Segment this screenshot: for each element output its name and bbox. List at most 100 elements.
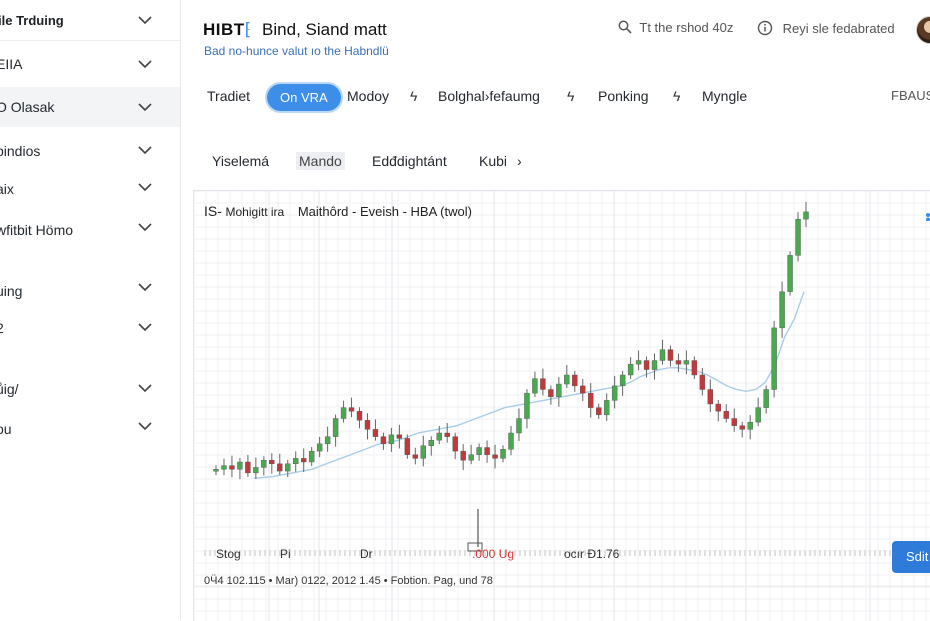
candle (540, 378, 546, 390)
candle (221, 465, 227, 470)
subtab-kubi[interactable]: Kubi (479, 153, 507, 169)
sidebar-item[interactable]: uing (0, 268, 180, 308)
sidebar: ile Trduing EIIA O Olasak pindios aix wf… (0, 0, 181, 620)
chart-title: IS- Mohigitt ira Maithôrd - Eveish - HBA… (204, 203, 472, 219)
review-button[interactable]: Reyi sle fedabrated (757, 20, 895, 36)
candle (564, 374, 570, 385)
chevron-down-icon[interactable] (138, 145, 152, 155)
candle (771, 327, 777, 390)
sidebar-item-label: uing (0, 283, 23, 299)
subtab-eddightant[interactable]: Edđdightánt (372, 153, 447, 169)
tab-tradiet[interactable]: Tradiet (207, 88, 250, 104)
chevron-down-icon[interactable] (138, 15, 152, 25)
candle (691, 360, 698, 376)
candle (675, 360, 682, 365)
candle (803, 211, 809, 220)
candle (380, 436, 387, 445)
tab-ponking[interactable]: Ponking (598, 88, 649, 104)
candle (277, 463, 283, 472)
sidebar-item-label: pindios (0, 143, 41, 159)
candle (508, 432, 514, 450)
candle (332, 418, 339, 437)
sidebar-item-label: O Olasak (0, 99, 55, 115)
tab-on-vra[interactable]: On VRA (265, 82, 343, 113)
candle (516, 418, 522, 434)
tab-bolghal[interactable]: Bolghal›fefaumg (438, 88, 540, 104)
subtab-mando[interactable]: Mando (296, 152, 345, 170)
candle (795, 218, 801, 256)
app-logo[interactable]: HIBT⁅ Bind, Siand matt (203, 20, 387, 40)
candle (603, 400, 610, 416)
main-tabs: Tradiet On VRA Modoy ϟ Bolghal›fefaumg ϟ… (181, 80, 930, 113)
chevron-down-icon[interactable] (138, 182, 152, 192)
sidebar-item-label: aix (0, 181, 14, 197)
stat-c: Dr (360, 547, 373, 561)
candle (787, 255, 793, 292)
legend-marker-icon (926, 213, 930, 221)
chevron-down-icon[interactable] (138, 59, 152, 69)
candle (532, 378, 538, 394)
sidebar-item-label: EIIA (0, 56, 23, 72)
candle (659, 349, 666, 361)
candle (492, 454, 498, 459)
candle (229, 465, 235, 470)
chevron-down-icon[interactable] (138, 322, 152, 332)
candle (755, 407, 761, 423)
chart-title-b: Maithôrd - Eveish - HBA (twol) (297, 204, 472, 219)
tab-right-label[interactable]: FBAUS (891, 88, 930, 103)
candle (420, 445, 426, 459)
sub-tabs: Yiselemá Mando Edđdightánt Kubi › (181, 146, 930, 176)
avatar[interactable] (916, 16, 930, 44)
chevron-down-icon[interactable] (138, 421, 152, 431)
chart-title-prefix: IS- (204, 203, 222, 219)
candle (779, 291, 785, 329)
sidebar-item[interactable]: wfitbit Hömo (0, 210, 180, 250)
candle (452, 436, 458, 452)
search-box[interactable]: Tt the rshod 40z (618, 20, 733, 35)
sidebar-item-active[interactable]: O Olasak (0, 87, 180, 127)
sidebar-title: ile Trduing (0, 13, 64, 28)
candle (468, 454, 474, 461)
chevron-down-icon[interactable] (138, 282, 152, 292)
sidebar-item[interactable]: 2 (0, 308, 180, 348)
chart-panel: IS- Mohigitt ira Maithôrd - Eveish - HBA… (193, 190, 930, 621)
tab-myngle[interactable]: Myngle (702, 88, 747, 104)
candle (572, 374, 578, 387)
candle (707, 389, 714, 405)
candle (324, 436, 331, 445)
sidebar-header: ile Trduing (0, 0, 180, 41)
edit-button[interactable]: Sdit (892, 541, 930, 573)
candle (548, 389, 554, 397)
search-label: Tt the rshod 40z (639, 20, 734, 35)
candle (261, 459, 267, 468)
candle (580, 385, 586, 394)
chevron-down-icon[interactable] (138, 383, 152, 393)
chevron-down-icon[interactable] (138, 102, 152, 112)
info-circle-icon (757, 20, 773, 36)
chevron-down-icon[interactable] (138, 222, 152, 232)
candle (404, 438, 411, 455)
search-icon (618, 20, 632, 34)
candle (643, 360, 650, 370)
candle (635, 360, 642, 365)
candle (731, 418, 737, 426)
candle (436, 432, 442, 441)
candle (484, 447, 490, 455)
candle (364, 420, 371, 430)
sidebar-item[interactable]: ou (0, 407, 180, 447)
sidebar-item[interactable]: ůig/ (0, 368, 180, 408)
candle (372, 429, 379, 437)
subtab-yiselema[interactable]: Yiselemá (212, 153, 269, 169)
sidebar-item[interactable]: aix (0, 168, 180, 208)
candle (316, 443, 323, 452)
chevron-right-icon[interactable]: › (517, 153, 522, 169)
sidebar-item[interactable]: pindios (0, 131, 180, 171)
candle (763, 389, 769, 408)
sidebar-item-label: ou (0, 421, 12, 437)
candle (588, 392, 594, 408)
candle (683, 360, 690, 365)
tab-modoy[interactable]: Modoy (347, 88, 389, 104)
sidebar-item[interactable]: EIIA (0, 44, 180, 84)
stat-e: ocır Ð1.76 (564, 547, 620, 561)
bolt-icon: ϟ (567, 88, 575, 104)
